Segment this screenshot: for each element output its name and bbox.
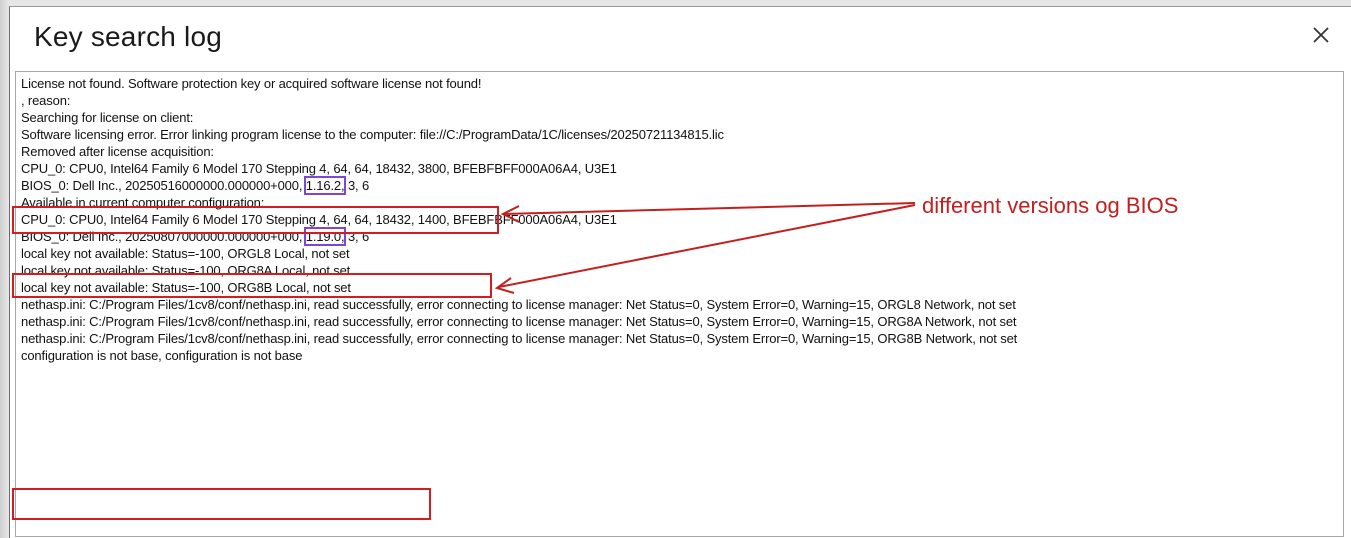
log-line: Removed after license acquisition: xyxy=(21,144,214,159)
close-icon xyxy=(1313,27,1329,43)
bios-removed-prefix: BIOS_0: Dell Inc., 20250516000000.000000… xyxy=(21,178,303,193)
log-line: local key not available: Status=-100, OR… xyxy=(21,246,350,261)
annotation-box-configuration xyxy=(12,488,431,520)
log-line: Software licensing error. Error linking … xyxy=(21,127,724,142)
log-line: nethasp.ini: C:/Program Files/1cv8/conf/… xyxy=(21,331,1018,346)
background-left-edge xyxy=(0,0,9,538)
log-line: , reason: xyxy=(21,93,71,108)
annotation-label: different versions og BIOS xyxy=(922,193,1179,218)
key-search-log-dialog: Key search log License not found. Softwa… xyxy=(9,6,1351,538)
close-button[interactable] xyxy=(1307,21,1335,49)
log-line: configuration is not base, configuration… xyxy=(21,348,303,363)
annotation-box-bios-removed xyxy=(12,206,499,234)
bios-removed-version: 1.16.2, xyxy=(303,176,347,195)
log-line: CPU_0: CPU0, Intel64 Family 6 Model 170 … xyxy=(21,161,617,176)
log-line: License not found. Software protection k… xyxy=(21,76,482,91)
log-line: nethasp.ini: C:/Program Files/1cv8/conf/… xyxy=(21,314,1017,329)
log-line: nethasp.ini: C:/Program Files/1cv8/conf/… xyxy=(21,297,1016,312)
annotation-box-bios-current xyxy=(12,273,492,298)
log-line: Searching for license on client: xyxy=(21,110,194,125)
log-line-bios-removed: BIOS_0: Dell Inc., 20250516000000.000000… xyxy=(21,176,1339,195)
bios-removed-suffix: 3, 6 xyxy=(344,178,370,193)
dialog-title: Key search log xyxy=(34,21,223,52)
log-text-area[interactable]: License not found. Software protection k… xyxy=(15,71,1344,537)
